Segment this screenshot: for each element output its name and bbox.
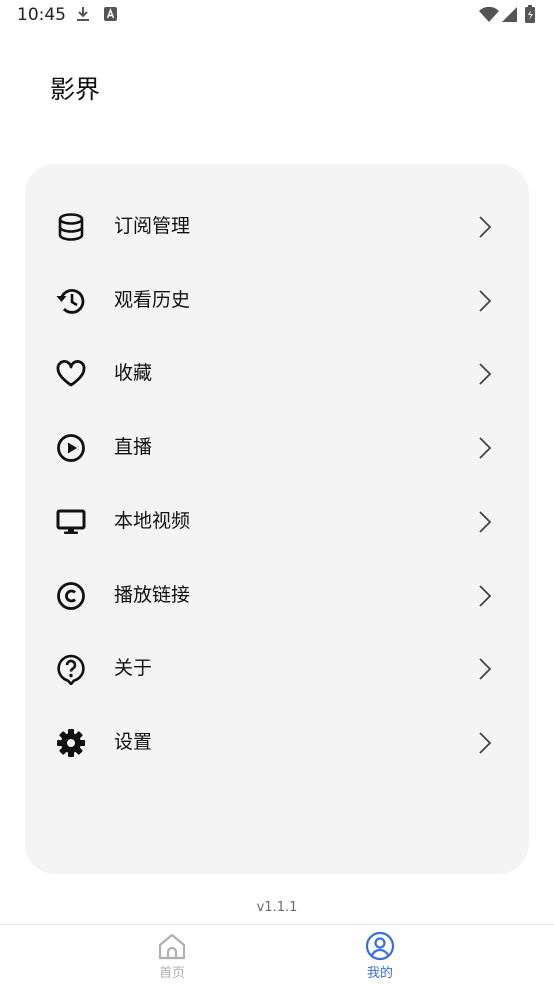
chevron-right-icon bbox=[477, 584, 493, 608]
version-label: v1.1.1 bbox=[256, 900, 298, 915]
copyright-icon bbox=[55, 580, 87, 612]
status-time: 10:45 bbox=[17, 5, 66, 25]
help-bubble-icon bbox=[55, 653, 87, 685]
home-icon bbox=[112, 931, 232, 961]
chevron-right-icon bbox=[477, 510, 493, 534]
menu-item-favorites[interactable]: 收藏 bbox=[25, 343, 529, 403]
menu-item-live[interactable]: 直播 bbox=[25, 417, 529, 477]
history-icon bbox=[55, 285, 87, 317]
heart-icon bbox=[55, 358, 87, 390]
menu-item-label: 订阅管理 bbox=[114, 215, 191, 237]
database-icon bbox=[55, 211, 87, 243]
menu-card: 订阅管理 观看历史 收藏 直播 本地视频 播放链接 关于 设置 bbox=[25, 164, 529, 874]
menu-item-label: 本地视频 bbox=[114, 510, 191, 532]
bottom-nav: 首页 我的 bbox=[0, 924, 554, 985]
menu-item-about[interactable]: 关于 bbox=[25, 638, 529, 698]
chevron-right-icon bbox=[477, 731, 493, 755]
battery-charging-icon bbox=[525, 5, 535, 27]
play-circle-icon bbox=[55, 432, 87, 464]
menu-item-label: 播放链接 bbox=[114, 584, 191, 606]
font-badge-icon bbox=[104, 6, 117, 25]
download-icon bbox=[76, 6, 90, 26]
tab-mine-label: 我的 bbox=[366, 966, 393, 981]
menu-item-label: 关于 bbox=[114, 657, 153, 679]
tab-home-label: 首页 bbox=[158, 966, 185, 981]
tab-mine[interactable]: 我的 bbox=[320, 925, 440, 985]
chevron-right-icon bbox=[477, 657, 493, 681]
menu-item-label: 观看历史 bbox=[114, 289, 191, 311]
tab-home[interactable]: 首页 bbox=[112, 925, 232, 985]
menu-item-settings[interactable]: 设置 bbox=[25, 712, 529, 772]
chevron-right-icon bbox=[477, 436, 493, 460]
app-title: 影界 bbox=[50, 75, 101, 104]
menu-item-history[interactable]: 观看历史 bbox=[25, 270, 529, 330]
chevron-right-icon bbox=[477, 362, 493, 386]
wifi-icon bbox=[479, 6, 499, 26]
gear-icon bbox=[55, 727, 87, 759]
chevron-right-icon bbox=[477, 215, 493, 239]
user-circle-icon bbox=[320, 931, 440, 961]
cell-signal-icon bbox=[502, 7, 517, 26]
menu-item-local-video[interactable]: 本地视频 bbox=[25, 491, 529, 551]
menu-item-label: 设置 bbox=[114, 731, 153, 753]
monitor-icon bbox=[55, 506, 87, 538]
status-bar: 10:45 bbox=[0, 0, 554, 32]
menu-item-play-link[interactable]: 播放链接 bbox=[25, 565, 529, 625]
menu-item-label: 收藏 bbox=[114, 362, 153, 384]
menu-item-label: 直播 bbox=[114, 436, 153, 458]
chevron-right-icon bbox=[477, 289, 493, 313]
menu-item-subscriptions[interactable]: 订阅管理 bbox=[25, 196, 529, 256]
